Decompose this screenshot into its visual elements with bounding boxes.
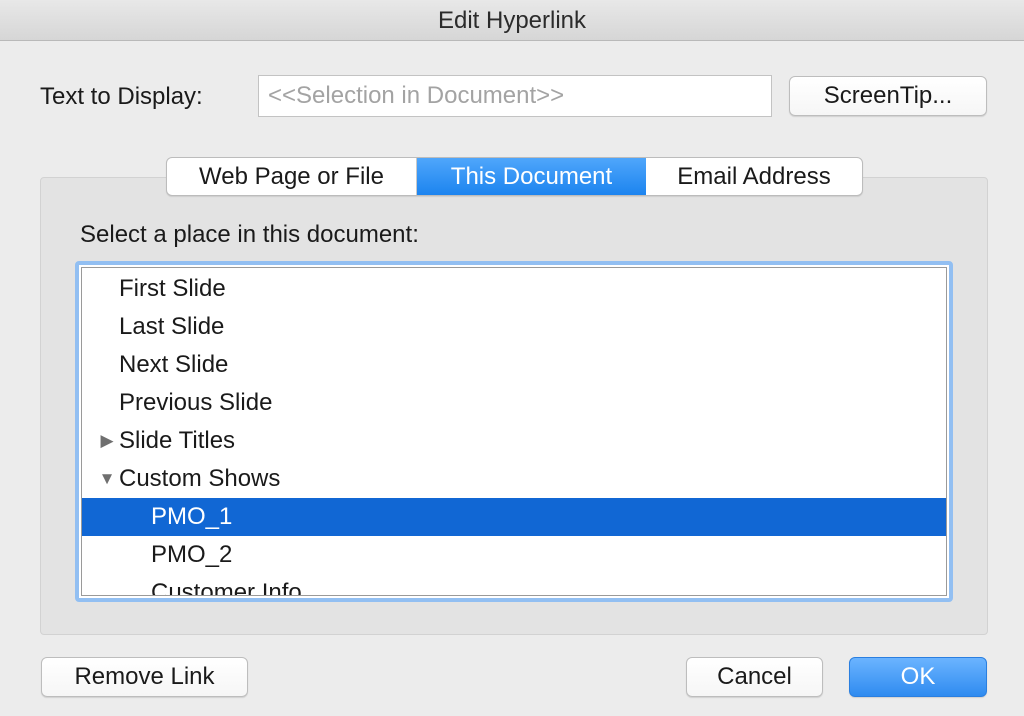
remove-link-button[interactable]: Remove Link xyxy=(41,657,248,697)
list-item-next-slide[interactable]: Next Slide xyxy=(82,346,946,384)
list-item-last-slide[interactable]: Last Slide xyxy=(82,308,946,346)
disclosure-triangle-down-icon[interactable]: ▼ xyxy=(98,460,116,498)
list-item-label: Customer Info xyxy=(151,579,302,596)
list-item-first-slide[interactable]: First Slide xyxy=(82,270,946,308)
list-item-label: Last Slide xyxy=(119,313,225,340)
list-item-pmo-1[interactable]: PMO_1 xyxy=(82,498,946,536)
ok-button[interactable]: OK xyxy=(849,657,987,697)
list-item-pmo-2[interactable]: PMO_2 xyxy=(82,536,946,574)
list-item-label: PMO_2 xyxy=(151,541,233,568)
place-list: First Slide Last Slide Next Slide Previo… xyxy=(81,267,947,596)
text-to-display-label: Text to Display: xyxy=(40,83,203,110)
disclosure-triangle-right-icon[interactable]: ▶ xyxy=(98,422,116,460)
list-item-label: Previous Slide xyxy=(119,389,273,416)
text-to-display-input[interactable] xyxy=(258,75,772,117)
window-title: Edit Hyperlink xyxy=(0,0,1024,41)
list-item-custom-shows[interactable]: ▼ Custom Shows xyxy=(82,460,946,498)
list-item-previous-slide[interactable]: Previous Slide xyxy=(82,384,946,422)
screentip-button[interactable]: ScreenTip... xyxy=(789,76,987,116)
tab-web-page-or-file[interactable]: Web Page or File xyxy=(167,158,417,195)
select-place-label: Select a place in this document: xyxy=(80,221,419,248)
tab-email-address[interactable]: Email Address xyxy=(646,158,862,195)
place-listbox[interactable]: First Slide Last Slide Next Slide Previo… xyxy=(75,261,953,602)
list-item-slide-titles[interactable]: ▶ Slide Titles xyxy=(82,422,946,460)
list-item-customer-info[interactable]: Customer Info xyxy=(82,574,946,596)
tab-this-document[interactable]: This Document xyxy=(417,158,646,195)
list-item-label: First Slide xyxy=(119,275,226,302)
link-type-tabs: Web Page or File This Document Email Add… xyxy=(166,157,863,196)
cancel-button[interactable]: Cancel xyxy=(686,657,823,697)
list-item-label: Slide Titles xyxy=(119,427,236,454)
list-item-label: PMO_1 xyxy=(151,503,233,530)
list-item-label: Custom Shows xyxy=(119,465,281,492)
list-item-label: Next Slide xyxy=(119,351,229,378)
